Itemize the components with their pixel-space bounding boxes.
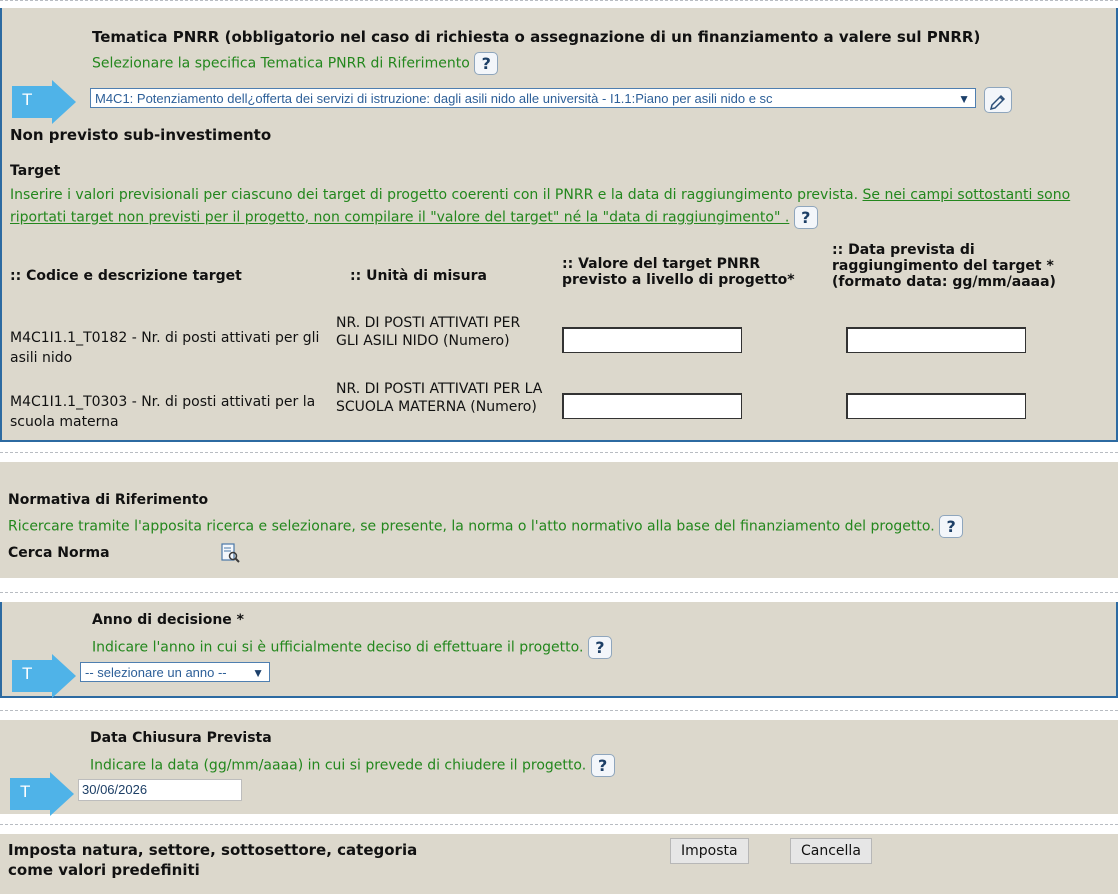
anno-description: Indicare l'anno in cui si è ufficialment… xyxy=(92,639,584,656)
pnrr-title: Tematica PNRR (obbligatorio nel caso di … xyxy=(92,28,981,46)
imposta-section: Imposta natura, settore, sottosettore, c… xyxy=(0,834,1118,894)
cancella-button[interactable]: Cancella xyxy=(790,838,872,864)
anno-select[interactable]: -- selezionare un anno -- ▼ xyxy=(80,662,270,682)
pencil-icon[interactable] xyxy=(984,87,1012,113)
header-valore: :: Valore del target PNRR previsto a liv… xyxy=(562,256,795,288)
normativa-title: Normativa di Riferimento xyxy=(8,492,209,508)
chevron-down-icon: ▼ xyxy=(252,666,264,680)
target-date-input[interactable] xyxy=(846,393,1026,419)
pnrr-section: Tematica PNRR (obbligatorio nel caso di … xyxy=(0,8,1118,442)
chiusura-section: Data Chiusura Prevista Indicare la data … xyxy=(0,720,1118,816)
row-unita: NR. DI POSTI ATTIVATI PER GLI ASILI NIDO… xyxy=(336,315,521,349)
help-icon[interactable]: ? xyxy=(590,754,615,777)
anno-title: Anno di decisione * xyxy=(92,612,244,628)
normativa-description: Ricercare tramite l'apposita ricerca e s… xyxy=(8,518,935,535)
pnrr-selected-value: M4C1: Potenziamento dell¿offerta dei ser… xyxy=(95,91,773,106)
t-badge: T xyxy=(12,654,76,698)
help-icon[interactable]: ? xyxy=(793,206,818,229)
target-table: :: Codice e descrizione target :: Unità … xyxy=(10,242,1100,432)
cerca-norma-label: Cerca Norma xyxy=(8,545,110,561)
chiusura-date-value: 30/06/2026 xyxy=(82,782,148,797)
anno-selected-value: -- selezionare un anno -- xyxy=(85,665,227,680)
pnrr-subtitle: Selezionare la specifica Tematica PNRR d… xyxy=(92,55,470,72)
chiusura-date-input[interactable]: 30/06/2026 xyxy=(78,779,242,801)
imposta-button[interactable]: Imposta xyxy=(670,838,749,864)
target-title: Target xyxy=(10,163,61,179)
target-value-input[interactable] xyxy=(562,393,742,419)
chevron-down-icon: ▼ xyxy=(958,92,970,106)
t-badge: T xyxy=(10,772,74,816)
target-description-text: Inserire i valori previsionali per ciasc… xyxy=(10,187,859,203)
header-unita: :: Unità di misura xyxy=(350,268,487,284)
header-codice: :: Codice e descrizione target xyxy=(10,268,242,284)
help-icon[interactable]: ? xyxy=(939,515,964,538)
row-codice: M4C1I1.1_T0182 - Nr. di posti attivati p… xyxy=(10,330,320,366)
help-icon[interactable]: ? xyxy=(587,636,612,659)
anno-section: Anno di decisione * Indicare l'anno in c… xyxy=(0,602,1118,698)
imposta-label: Imposta natura, settore, sottosettore, c… xyxy=(8,841,418,879)
row-unita: NR. DI POSTI ATTIVATI PER LA SCUOLA MATE… xyxy=(336,381,543,415)
help-icon[interactable]: ? xyxy=(474,52,499,75)
target-description: Inserire i valori previsionali per ciasc… xyxy=(10,185,1102,229)
normativa-section: Normativa di Riferimento Ricercare trami… xyxy=(0,462,1118,578)
chiusura-description: Indicare la data (gg/mm/aaaa) in cui si … xyxy=(90,757,587,774)
t-badge: T xyxy=(12,80,76,124)
sub-investimento-label: Non previsto sub-investimento xyxy=(10,126,272,144)
document-search-icon[interactable] xyxy=(218,541,242,565)
target-value-input[interactable] xyxy=(562,327,742,353)
target-date-input[interactable] xyxy=(846,327,1026,353)
header-data: :: Data prevista di raggiungimento del t… xyxy=(832,242,1056,290)
pnrr-select[interactable]: M4C1: Potenziamento dell¿offerta dei ser… xyxy=(90,88,976,108)
chiusura-title: Data Chiusura Prevista xyxy=(90,730,272,746)
row-codice: M4C1I1.1_T0303 - Nr. di posti attivati p… xyxy=(10,394,316,430)
